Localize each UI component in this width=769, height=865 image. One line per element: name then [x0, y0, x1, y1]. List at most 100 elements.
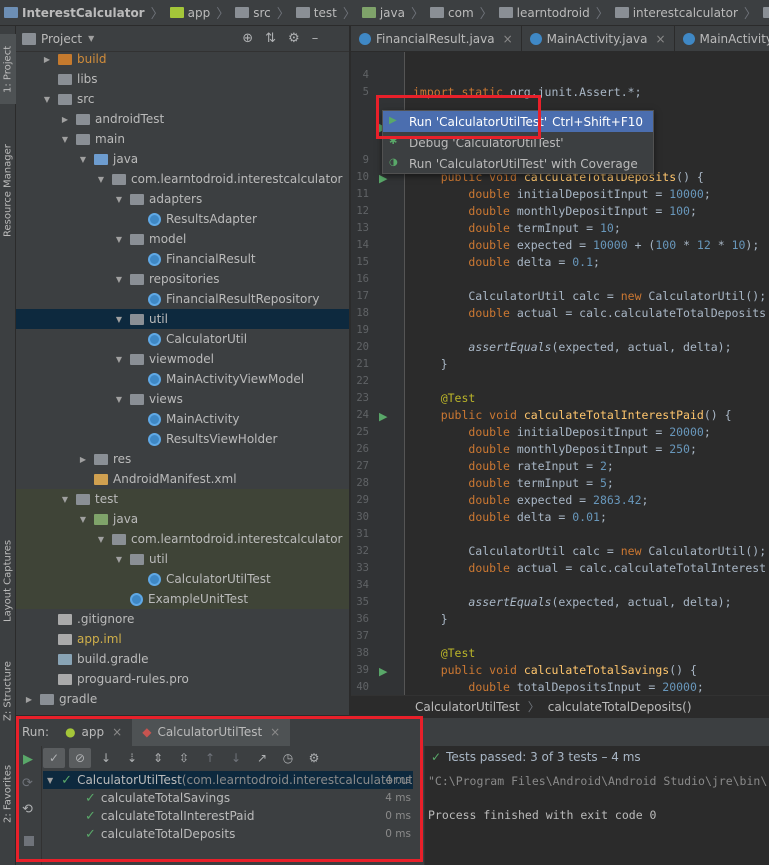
- tree-item[interactable]: ▶ gradle: [16, 689, 349, 709]
- breadcrumb-item[interactable]: interestcalculator 〉: [614, 3, 763, 22]
- close-icon[interactable]: ×: [270, 725, 280, 739]
- test-case-row[interactable]: ✓ calculateTotalDeposits 0 ms: [43, 825, 413, 843]
- tree-item[interactable]: proguard-rules.pro: [16, 669, 349, 689]
- chevron-right-icon[interactable]: ▶: [42, 55, 52, 64]
- tree-item[interactable]: ▼ model: [16, 229, 349, 249]
- gear-icon[interactable]: ⚙: [288, 31, 300, 46]
- run-tab-test[interactable]: ◆ CalculatorUtilTest ×: [132, 718, 291, 746]
- stop-icon[interactable]: [24, 836, 34, 846]
- tree-item[interactable]: ▶ androidTest: [16, 109, 349, 129]
- history-icon[interactable]: ◷: [277, 748, 299, 768]
- tree-item[interactable]: build.gradle: [16, 649, 349, 669]
- chevron-down-icon[interactable]: ▼: [78, 515, 88, 524]
- rerun-icon[interactable]: ▶: [23, 752, 33, 767]
- tree-item[interactable]: libs: [16, 69, 349, 89]
- tree-item[interactable]: CalculatorUtilTest: [16, 569, 349, 589]
- editor-breadcrumb-class[interactable]: CalculatorUtilTest: [415, 700, 520, 714]
- show-passed-icon[interactable]: ✓: [43, 748, 65, 768]
- chevron-down-icon[interactable]: ▼: [114, 355, 124, 364]
- tree-item[interactable]: ▼ util: [16, 309, 349, 329]
- tree-item[interactable]: AndroidManifest.xml: [16, 469, 349, 489]
- context-menu-item[interactable]: ✱ Debug 'CalculatorUtilTest': [383, 132, 653, 153]
- chevron-down-icon[interactable]: ▼: [114, 275, 124, 284]
- context-menu-item[interactable]: ▶ Run 'CalculatorUtilTest' Ctrl+Shift+F10: [383, 111, 653, 132]
- tree-item[interactable]: ▶ res: [16, 449, 349, 469]
- tree-item[interactable]: ▼ java: [16, 509, 349, 529]
- tree-item[interactable]: CalculatorUtil: [16, 329, 349, 349]
- editor-breadcrumb-method[interactable]: calculateTotalDeposits(): [548, 700, 692, 714]
- export-results-icon[interactable]: ↗: [251, 748, 273, 768]
- tree-item[interactable]: MainActivityViewModel: [16, 369, 349, 389]
- editor-tab[interactable]: MainActivity.java ×: [522, 26, 675, 51]
- tree-item[interactable]: app.iml: [16, 629, 349, 649]
- resource-manager-tool-tab[interactable]: Resource Manager: [0, 136, 16, 246]
- close-icon[interactable]: ×: [112, 725, 122, 739]
- chevron-down-icon[interactable]: ▼: [60, 495, 70, 504]
- tree-item[interactable]: ▶ build: [16, 49, 349, 69]
- chevron-down-icon[interactable]: ▼: [114, 555, 124, 564]
- context-menu-item[interactable]: ◑ Run 'CalculatorUtilTest' with Coverage: [383, 153, 653, 174]
- structure-tool-tab[interactable]: Z: Structure: [0, 656, 16, 726]
- test-case-row[interactable]: ✓ calculateTotalSavings 4 ms: [43, 789, 413, 807]
- gear-icon[interactable]: ⚙: [303, 748, 325, 768]
- rerun-failed-icon[interactable]: ⟳: [22, 776, 33, 791]
- collapse-all-icon[interactable]: ⇅: [265, 31, 276, 46]
- tree-item[interactable]: ResultsViewHolder: [16, 429, 349, 449]
- chevron-down-icon[interactable]: ▼: [60, 135, 70, 144]
- test-console[interactable]: ✓ Tests passed: 3 of 3 tests – 4 ms "C:\…: [424, 746, 769, 865]
- sort-by-duration-icon[interactable]: ⇣: [121, 748, 143, 768]
- breadcrumb-item[interactable]: util〉: [762, 3, 769, 22]
- tree-item[interactable]: ExampleUnitTest: [16, 589, 349, 609]
- favorites-tool-tab[interactable]: 2: Favorites: [0, 754, 16, 834]
- test-suite-row[interactable]: ▼ ✓ CalculatorUtilTest (com.learntodroid.i…: [43, 771, 413, 789]
- tree-item[interactable]: ▼ src: [16, 89, 349, 109]
- run-test-gutter-icon[interactable]: ▶: [379, 665, 391, 678]
- sort-alphabetically-icon[interactable]: ↓: [95, 748, 117, 768]
- tree-item[interactable]: MainActivity: [16, 409, 349, 429]
- tree-item[interactable]: ▼ repositories: [16, 269, 349, 289]
- breadcrumb-item[interactable]: app 〉: [169, 3, 236, 22]
- breadcrumb-item[interactable]: learntodroid 〉: [498, 3, 615, 22]
- tree-item[interactable]: .gitignore: [16, 609, 349, 629]
- chevron-right-icon[interactable]: ▶: [24, 695, 34, 704]
- hide-panel-icon[interactable]: –: [312, 31, 319, 46]
- close-icon[interactable]: ×: [655, 32, 665, 46]
- next-failed-icon[interactable]: ↓: [225, 748, 247, 768]
- chevron-down-icon[interactable]: ▼: [114, 235, 124, 244]
- tree-item[interactable]: ▼ util: [16, 549, 349, 569]
- tree-item[interactable]: ResultsAdapter: [16, 209, 349, 229]
- chevron-down-icon[interactable]: ▼: [88, 34, 94, 43]
- chevron-right-icon[interactable]: ▶: [78, 455, 88, 464]
- collapse-all-icon[interactable]: ⇳: [173, 748, 195, 768]
- close-icon[interactable]: ×: [503, 32, 513, 46]
- breadcrumb-item[interactable]: InterestCalculator 〉: [4, 3, 170, 22]
- tree-item[interactable]: ▼ test: [16, 489, 349, 509]
- tree-item[interactable]: FinancialResult: [16, 249, 349, 269]
- breadcrumb-item[interactable]: src 〉: [235, 3, 296, 22]
- chevron-down-icon[interactable]: ▼: [47, 776, 53, 785]
- chevron-right-icon[interactable]: ▶: [60, 115, 70, 124]
- tree-item[interactable]: FinancialResultRepository: [16, 289, 349, 309]
- chevron-down-icon[interactable]: ▼: [96, 175, 106, 184]
- tree-item[interactable]: ▼ adapters: [16, 189, 349, 209]
- show-ignored-icon[interactable]: ⊘: [69, 748, 91, 768]
- tree-item[interactable]: ▼ java: [16, 149, 349, 169]
- expand-all-icon[interactable]: ⇕: [147, 748, 169, 768]
- breadcrumb-item[interactable]: test 〉: [295, 3, 362, 22]
- chevron-down-icon[interactable]: ▼: [114, 315, 124, 324]
- chevron-down-icon[interactable]: ▼: [114, 395, 124, 404]
- tree-item[interactable]: ▼ com.learntodroid.interestcalculator: [16, 529, 349, 549]
- previous-failed-icon[interactable]: ↑: [199, 748, 221, 768]
- project-tool-tab[interactable]: 1: Project: [0, 34, 16, 104]
- chevron-down-icon[interactable]: ▼: [114, 195, 124, 204]
- run-test-gutter-icon[interactable]: ▶: [379, 410, 391, 423]
- locate-file-icon[interactable]: ⊕: [242, 31, 253, 46]
- editor-tab[interactable]: FinancialResult.java ×: [351, 26, 522, 51]
- chevron-down-icon[interactable]: ▼: [42, 95, 52, 104]
- breadcrumb-item[interactable]: com 〉: [430, 3, 499, 22]
- run-tab-app[interactable]: ● app ×: [55, 718, 132, 746]
- tree-item[interactable]: ▼ main: [16, 129, 349, 149]
- chevron-down-icon[interactable]: ▼: [78, 155, 88, 164]
- tree-item[interactable]: ▼ views: [16, 389, 349, 409]
- tree-item[interactable]: ▼ com.learntodroid.interestcalculator: [16, 169, 349, 189]
